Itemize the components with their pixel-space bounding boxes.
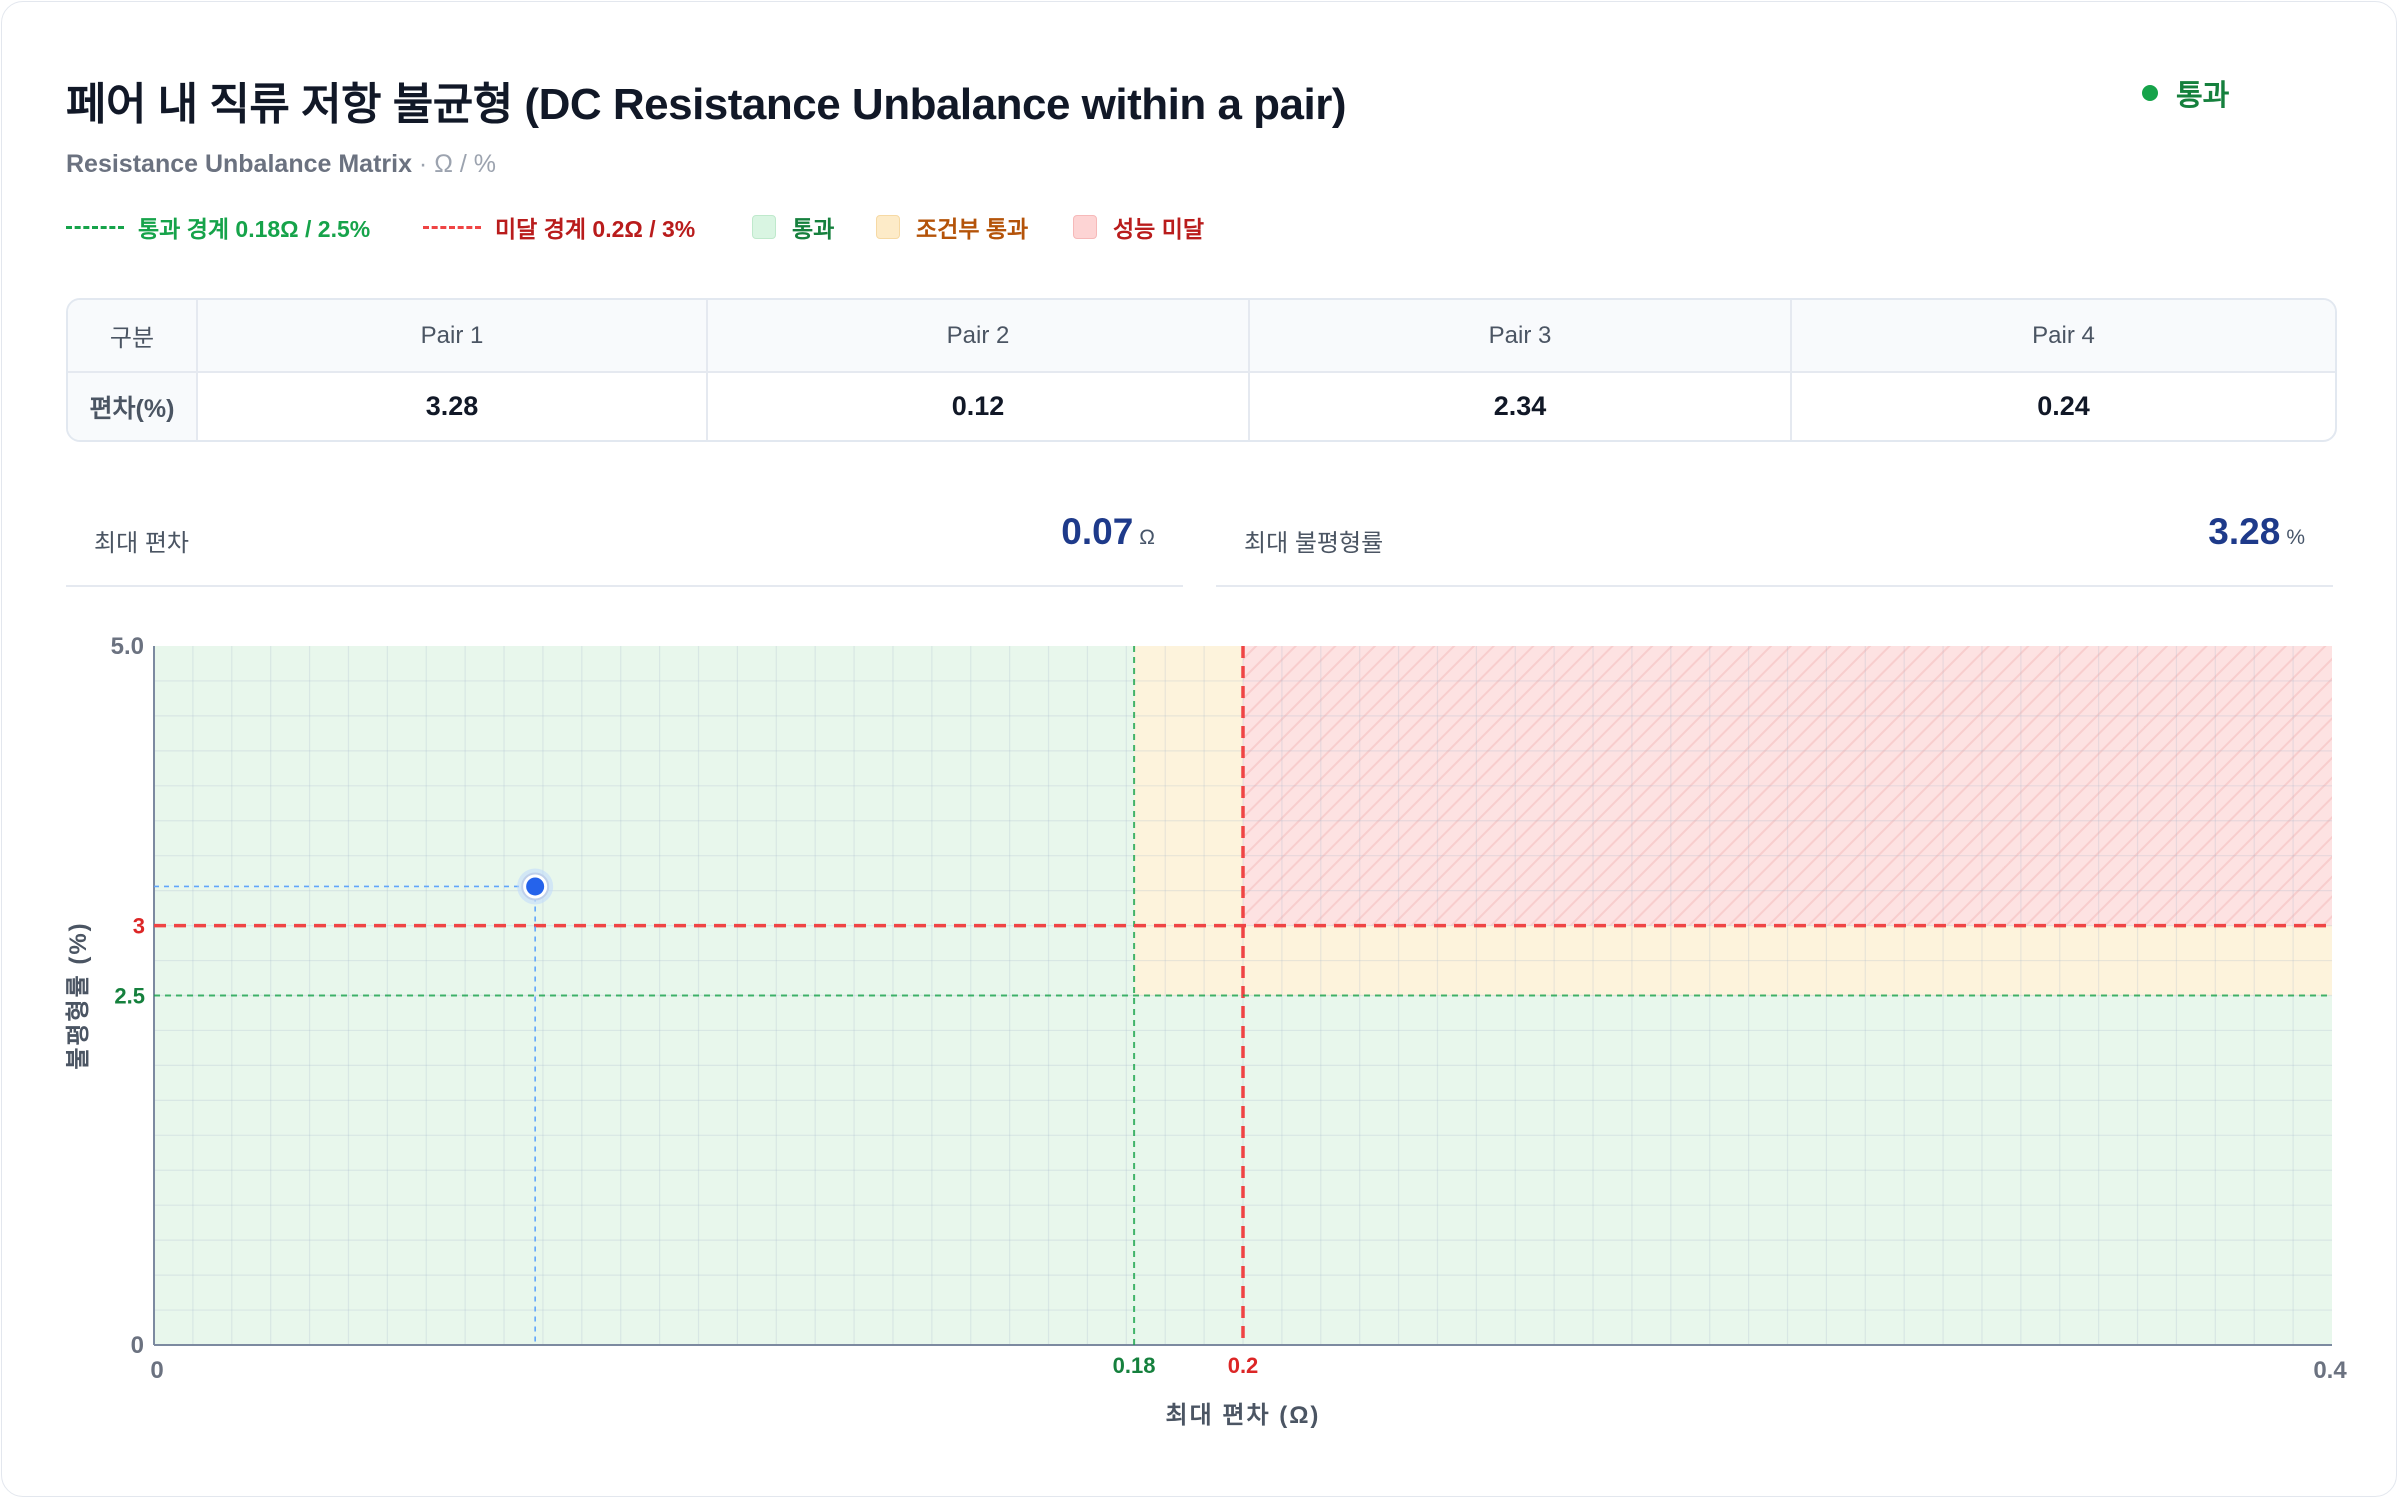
y-tick-label: 5.0: [111, 633, 144, 660]
x-axis-title: 최대 편차 (Ω): [1166, 1402, 1321, 1429]
y-threshold-label: 3: [133, 914, 145, 939]
x-tick-label: 0.4: [2313, 1357, 2347, 1384]
x-threshold-label: 0.2: [1228, 1353, 1259, 1378]
y-tick-label: 0: [131, 1332, 144, 1359]
x-tick-label: 0: [150, 1357, 163, 1384]
y-threshold-label: 2.5: [114, 984, 145, 1009]
y-axis-title: 불평형률 (%): [65, 921, 92, 1069]
data-point: [526, 877, 545, 896]
x-threshold-label: 0.18: [1113, 1353, 1156, 1378]
unbalance-matrix-chart: 0.18 0.2 2.5 3 5.0 00 0.4 최대 편차 (Ω) 불평형률 (%): [65, 633, 2347, 1429]
